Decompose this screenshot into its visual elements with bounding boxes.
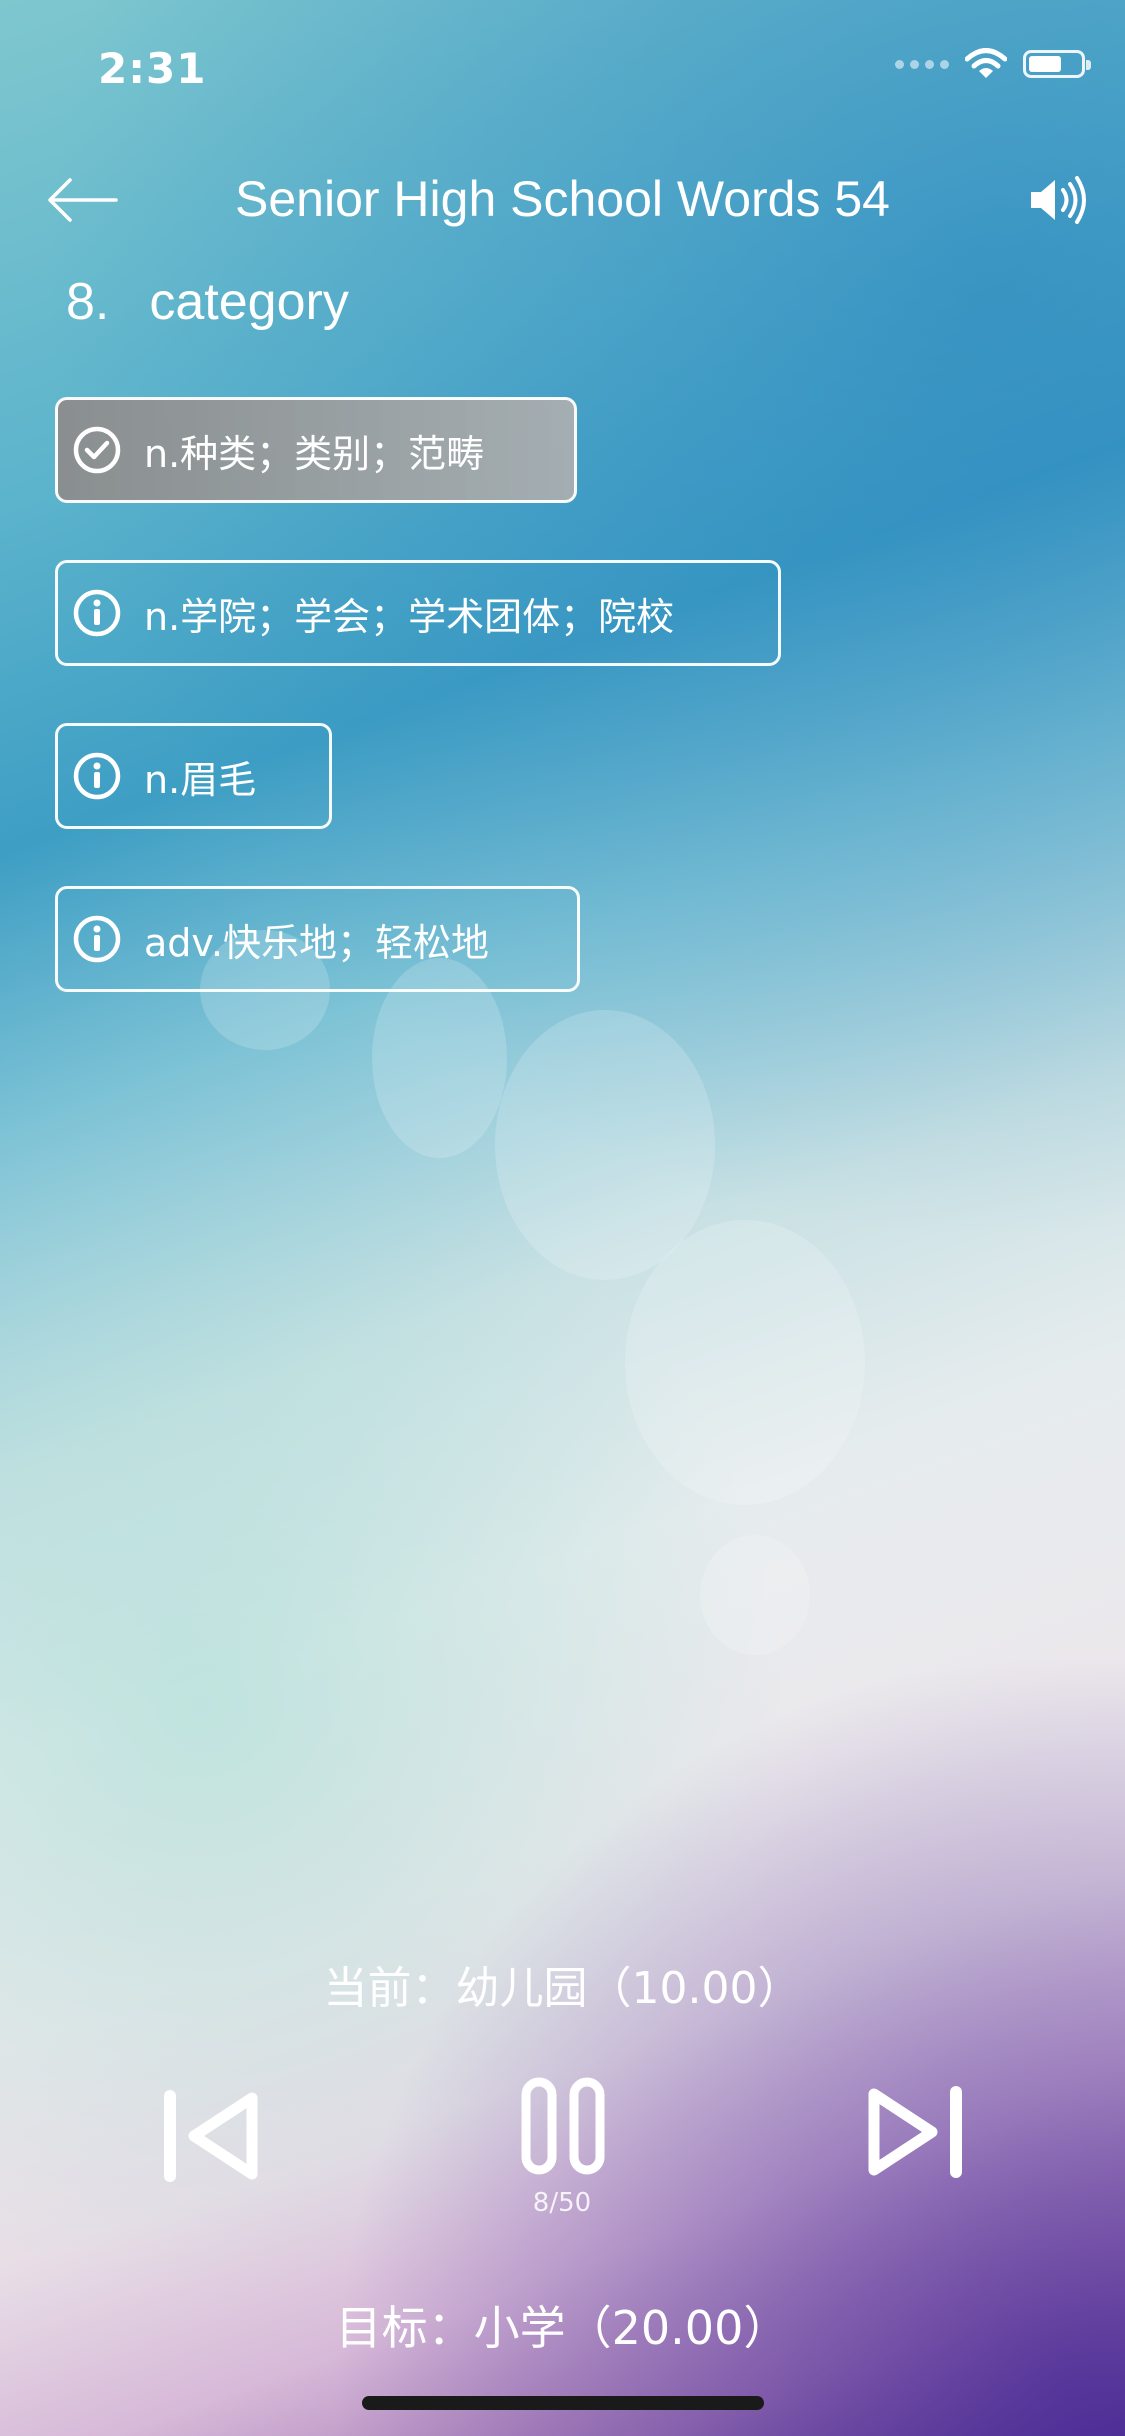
nav-bar: Senior High School Words 54: [0, 160, 1125, 240]
pause-icon[interactable]: [518, 2076, 608, 2176]
question-word: 8. category: [66, 272, 349, 332]
back-arrow-icon[interactable]: [44, 172, 120, 228]
progress-counter: 8/50: [532, 2188, 592, 2218]
question-number: 8.: [66, 273, 110, 331]
battery-icon: [1023, 50, 1091, 78]
question-word-text: category: [149, 273, 349, 331]
check-circle-icon: [73, 426, 121, 474]
info-circle-icon: [73, 752, 121, 800]
info-circle-icon: [73, 589, 121, 637]
bokeh-decoration: [700, 1535, 810, 1655]
answer-option-1[interactable]: n.种类；类别；范畴: [55, 397, 577, 503]
status-icons: [895, 48, 1091, 80]
answer-option-label: n.眉毛: [144, 757, 257, 802]
bokeh-decoration: [625, 1220, 865, 1505]
page-title: Senior High School Words 54: [235, 171, 890, 227]
status-time: 2:31: [98, 44, 207, 93]
wifi-icon: [965, 48, 1007, 78]
cellular-signal-icon: [895, 59, 949, 69]
answer-option-2[interactable]: n.学院；学会；学术团体；院校: [55, 560, 781, 666]
answer-option-label: n.种类；类别；范畴: [144, 431, 485, 476]
speaker-icon[interactable]: [1027, 172, 1089, 228]
answer-option-4[interactable]: adv.快乐地；轻松地: [55, 886, 580, 992]
current-level-text: 当前：幼儿园（10.00）: [323, 1963, 802, 2014]
previous-icon[interactable]: [158, 2088, 262, 2184]
answer-option-3[interactable]: n.眉毛: [55, 723, 332, 829]
next-icon[interactable]: [864, 2084, 968, 2180]
target-level-text: 目标：小学（20.00）: [335, 2301, 790, 2355]
answer-option-label: n.学院；学会；学术团体；院校: [144, 594, 675, 639]
home-indicator[interactable]: [362, 2396, 764, 2410]
info-circle-icon: [73, 915, 121, 963]
answer-option-label: adv.快乐地；轻松地: [144, 920, 490, 965]
